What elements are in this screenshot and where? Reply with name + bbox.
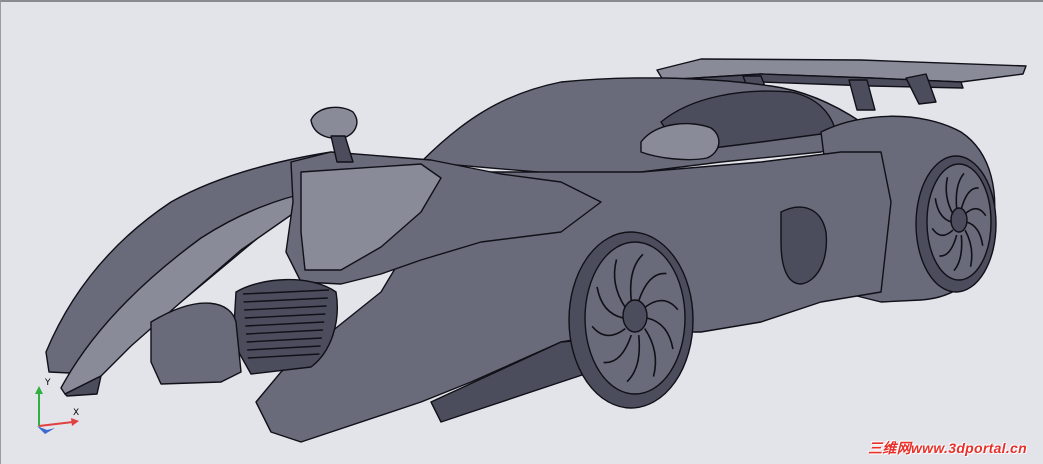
front-wheel (568, 231, 694, 409)
ucs-y-label: Y (45, 378, 51, 388)
watermark: 三维网www.3dportal.cn (868, 440, 1027, 456)
ucs-axis-icon: Y X (23, 378, 93, 444)
ucs-x-label: X (73, 408, 80, 418)
rear-wheel (915, 155, 997, 293)
cad-viewport[interactable]: Y X 三维网www.3dportal.cn (0, 0, 1043, 464)
sports-car-3d-model[interactable] (1, 2, 1043, 464)
car-body (45, 77, 996, 443)
